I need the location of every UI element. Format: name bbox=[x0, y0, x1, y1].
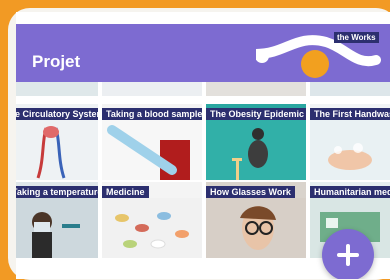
page-title: Projet bbox=[32, 52, 81, 71]
project-tile[interactable]: Medicine bbox=[102, 182, 202, 258]
project-tile[interactable]: Taking a blood sample bbox=[102, 104, 202, 180]
tile-title: The Obesity Epidemic bbox=[206, 108, 306, 120]
handwashing-photo bbox=[310, 120, 390, 180]
partial-tile-label: the Works bbox=[334, 32, 379, 43]
tile-title: Taking a blood sample bbox=[102, 108, 202, 120]
decorative-dot bbox=[301, 50, 329, 78]
tile-title: Medicine bbox=[102, 186, 149, 198]
tile-title: Taking a temperature bbox=[16, 186, 98, 198]
tile-title: How Glasses Work bbox=[206, 186, 295, 198]
add-project-button[interactable] bbox=[322, 229, 374, 279]
project-gallery: The Circulatory System Works Taking a bl… bbox=[16, 12, 390, 279]
blood-sample-photo bbox=[102, 120, 202, 180]
project-tile[interactable]: The Obesity Epidemic bbox=[206, 104, 306, 180]
project-tile[interactable]: The Circulatory System Works bbox=[16, 104, 98, 180]
project-tile[interactable]: The First Handwashing Procedure bbox=[310, 104, 390, 180]
circulatory-illustration bbox=[36, 126, 66, 179]
plus-icon bbox=[337, 244, 359, 266]
project-tile[interactable]: How Glasses Work bbox=[206, 182, 306, 258]
obesity-illustration bbox=[206, 120, 306, 180]
project-tile[interactable]: Taking a temperature bbox=[16, 182, 98, 258]
tile-title: The First Handwashing Procedure bbox=[310, 108, 390, 120]
temperature-photo bbox=[16, 198, 98, 258]
project-header: Projet the Works bbox=[16, 24, 390, 82]
tile-title: The Circulatory System Works bbox=[16, 108, 98, 120]
medicine-photo bbox=[102, 198, 202, 258]
tile-title: Humanitarian medical clinic bbox=[310, 186, 390, 198]
glasses-photo bbox=[206, 198, 306, 258]
